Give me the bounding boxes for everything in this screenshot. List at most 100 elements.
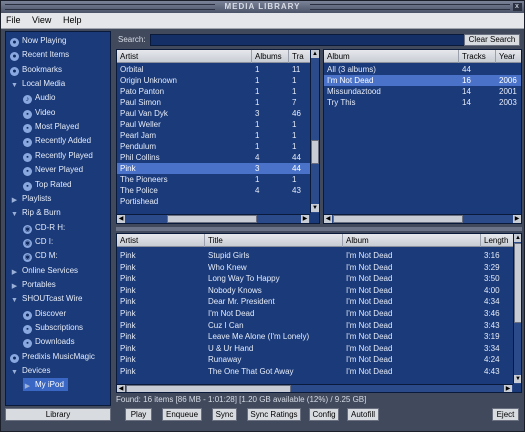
scroll-thumb[interactable]: [167, 215, 257, 223]
sidebar-item[interactable]: ▪ Subscriptions: [23, 321, 83, 334]
pane-divider[interactable]: [116, 227, 522, 231]
sidebar-item[interactable]: ● Now Playing: [10, 34, 66, 47]
sidebar-item[interactable]: ▶ Online Services: [10, 264, 78, 277]
sync-ratings-button[interactable]: Sync Ratings: [247, 408, 301, 421]
sidebar-item[interactable]: ▪ Downloads: [23, 335, 75, 349]
column-header-1[interactable]: Tracks: [459, 50, 496, 63]
table-row[interactable]: All (3 albums) 44: [324, 64, 521, 75]
sidebar-item[interactable]: ▪ Recently Played: [23, 149, 93, 162]
column-header-0[interactable]: Artist: [117, 50, 252, 63]
table-row[interactable]: Pink Long Way To Happy I'm Not Dead 3:50: [117, 273, 521, 284]
sidebar-item[interactable]: ◉ CD-R H:: [23, 221, 65, 234]
table-row[interactable]: Paul Simon 1 7: [117, 97, 319, 108]
title-bar[interactable]: MEDIA LIBRARY x: [1, 1, 524, 13]
table-row[interactable]: Pink Who Knew I'm Not Dead 3:29: [117, 262, 521, 273]
column-header-0[interactable]: Artist: [117, 234, 205, 247]
search-input[interactable]: [150, 34, 471, 46]
sidebar-item[interactable]: ● Predixis MusicMagic: [10, 350, 95, 363]
table-row[interactable]: I'm Not Dead 16 2006: [324, 75, 521, 86]
column-header-2[interactable]: Tra: [289, 50, 311, 63]
vertical-scrollbar[interactable]: ▲ ▼: [513, 234, 521, 384]
eject-button[interactable]: Eject: [492, 408, 519, 421]
column-header-0[interactable]: Album: [324, 50, 459, 63]
sidebar-item-label: Recently Played: [35, 150, 93, 160]
sidebar-item[interactable]: ● Bookmarks: [10, 63, 62, 76]
horizontal-scrollbar[interactable]: ◀ ▶: [324, 214, 521, 223]
table-row[interactable]: Pink U & Ur Hand I'm Not Dead 3:34: [117, 343, 521, 354]
table-row[interactable]: Pendulum 1 1: [117, 141, 319, 152]
autofill-button[interactable]: Autofill: [347, 408, 379, 421]
scroll-thumb[interactable]: [514, 243, 521, 323]
table-row[interactable]: Pink The One That Got Away I'm Not Dead 4:4…: [117, 366, 521, 377]
scroll-up-icon[interactable]: ▲: [514, 234, 521, 242]
scroll-up-icon[interactable]: ▲: [311, 50, 319, 58]
sidebar-item[interactable]: ▶ Playlists: [10, 192, 52, 205]
sidebar-item[interactable]: ▪ Video: [23, 106, 55, 119]
table-row[interactable]: Paul Weller 1 1: [117, 119, 319, 130]
library-button[interactable]: Library: [5, 408, 111, 421]
sidebar-item[interactable]: ▶ Portables: [10, 278, 56, 291]
column-header-1[interactable]: Albums: [252, 50, 289, 63]
sidebar-item[interactable]: ▶ My iPod: [23, 378, 68, 392]
table-row[interactable]: Pato Panton 1 1: [117, 86, 319, 97]
menu-view[interactable]: View: [32, 15, 51, 25]
table-row[interactable]: Portishead: [117, 196, 319, 207]
sidebar-item[interactable]: ▪ Never Played: [23, 163, 83, 177]
scroll-left-icon[interactable]: ◀: [117, 215, 125, 223]
scroll-thumb[interactable]: [333, 215, 463, 223]
table-row[interactable]: Pink Cuz I Can I'm Not Dead 3:43: [117, 320, 521, 331]
scroll-down-icon[interactable]: ▼: [514, 375, 521, 383]
menu-file[interactable]: File: [6, 15, 21, 25]
sync-button[interactable]: Sync: [212, 408, 237, 421]
column-header-2[interactable]: Year: [496, 50, 521, 63]
sidebar-item[interactable]: ▼ Devices: [10, 364, 50, 377]
enqueue-button[interactable]: Enqueue: [162, 408, 202, 421]
play-button[interactable]: Play: [125, 408, 152, 421]
table-row[interactable]: Pink Dear Mr. President I'm Not Dead 4:34: [117, 296, 521, 307]
column-header-2[interactable]: Album: [343, 234, 481, 247]
scroll-right-icon[interactable]: ▶: [513, 215, 521, 223]
table-row[interactable]: Pink I'm Not Dead I'm Not Dead 3:46: [117, 308, 521, 319]
table-row[interactable]: The Pioneers 1 1: [117, 174, 319, 185]
table-row[interactable]: Paul Van Dyk 3 46: [117, 108, 319, 119]
sidebar-item[interactable]: ● Discover: [23, 307, 66, 320]
scroll-left-icon[interactable]: ◀: [117, 385, 125, 392]
sidebar-item[interactable]: ● Recent Items: [10, 48, 69, 62]
table-row[interactable]: Phil Collins 4 44: [117, 152, 319, 163]
sidebar-item[interactable]: ▪ Top Rated: [23, 178, 71, 191]
table-row[interactable]: Pink Leave Me Alone (I'm Lonely) I'm Not D…: [117, 331, 521, 342]
sidebar-item[interactable]: ▼ Rip & Burn: [10, 206, 61, 219]
sidebar-item[interactable]: ▼ Local Media: [10, 77, 65, 90]
sidebar-item[interactable]: ▪ Recently Added: [23, 134, 91, 148]
sidebar-item[interactable]: ◉ CD I:: [23, 235, 53, 248]
sidebar-item[interactable]: ◉ CD M:: [23, 249, 58, 263]
column-header-3[interactable]: Length: [481, 234, 514, 247]
table-row[interactable]: Orbital 1 11: [117, 64, 319, 75]
vertical-scrollbar[interactable]: ▲ ▼: [310, 50, 319, 213]
table-row[interactable]: Pearl Jam 1 1: [117, 130, 319, 141]
scroll-thumb[interactable]: [126, 385, 291, 392]
clear-search-button[interactable]: Clear Search: [464, 34, 520, 46]
horizontal-scrollbar[interactable]: ◀ ▶: [117, 384, 513, 392]
table-row[interactable]: Pink 3 44: [117, 163, 319, 174]
menu-help[interactable]: Help: [63, 15, 82, 25]
scroll-left-icon[interactable]: ◀: [324, 215, 332, 223]
scroll-thumb[interactable]: [311, 140, 319, 164]
table-row[interactable]: Pink Runaway I'm Not Dead 4:24: [117, 354, 521, 365]
column-header-1[interactable]: Title: [205, 234, 343, 247]
table-row[interactable]: Try This 14 2003: [324, 97, 521, 108]
sidebar-item[interactable]: ♪ Audio: [23, 91, 55, 105]
horizontal-scrollbar[interactable]: ◀ ▶: [117, 214, 310, 223]
table-row[interactable]: The Police 4 43: [117, 185, 319, 196]
sidebar-item[interactable]: ▪ Most Played: [23, 120, 79, 134]
table-row[interactable]: Pink Stupid Girls I'm Not Dead 3:16: [117, 250, 521, 261]
sidebar-item[interactable]: ▼ SHOUTcast Wire: [10, 292, 82, 305]
scroll-right-icon[interactable]: ▶: [301, 215, 309, 223]
config-button[interactable]: Config: [309, 408, 339, 421]
scroll-right-icon[interactable]: ▶: [504, 385, 512, 392]
table-row[interactable]: Origin Unknown 1 1: [117, 75, 319, 86]
table-row[interactable]: Missundaztood 14 2001: [324, 86, 521, 97]
scroll-down-icon[interactable]: ▼: [311, 204, 319, 212]
close-icon[interactable]: x: [513, 3, 522, 11]
table-row[interactable]: Pink Nobody Knows I'm Not Dead 4:00: [117, 285, 521, 296]
